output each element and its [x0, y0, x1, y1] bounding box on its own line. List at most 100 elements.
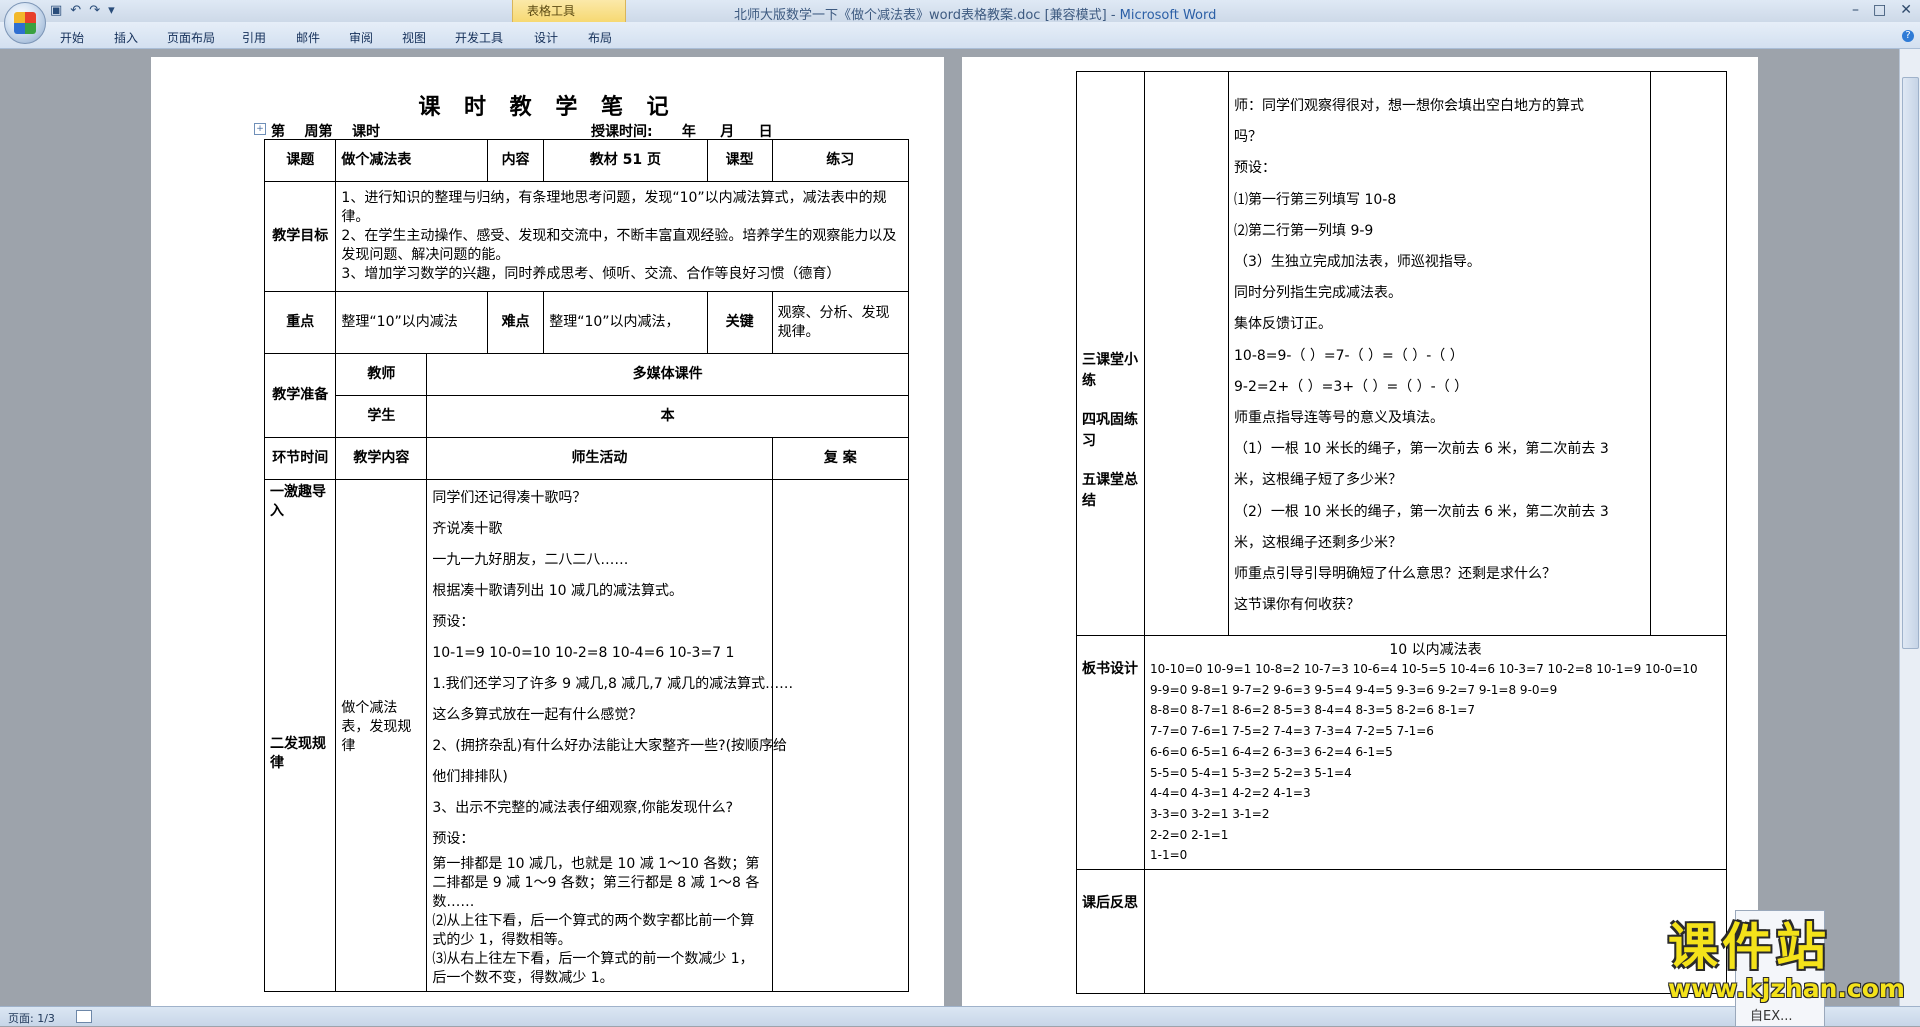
board-line: 9-9=0 9-8=1 9-7=2 9-6=3 9-5=4 9-4=5 9-3=… — [1150, 682, 1558, 697]
review-column[interactable] — [771, 479, 910, 992]
board-line: 10-10=0 10-9=1 10-8=2 10-7=3 10-6=4 10-5… — [1150, 662, 1698, 676]
maximize-button[interactable]: □ — [1873, 2, 1886, 18]
value-difficult[interactable]: 整理“10”以内减法， — [543, 291, 708, 354]
lesson-table-continued: 三课堂小练 四巩固练习 五课堂总结 师：同学们观察得很对，想一想你会填出空白地方… — [1076, 71, 1727, 995]
board-design[interactable]: 10 以内减法表 10-10=0 10-9=1 10-8=2 10-7=3 10… — [1144, 634, 1727, 871]
value-type[interactable]: 练习 — [771, 139, 910, 182]
label-activity: 师生活动 — [426, 437, 773, 480]
save-icon[interactable]: ▣ — [50, 3, 62, 18]
office-logo-icon — [14, 12, 36, 34]
tab-review[interactable]: 审阅 — [349, 29, 373, 46]
activity-line: 10-1=9 10-0=10 10-2=8 10-4=6 10-3=7 1 — [432, 645, 735, 661]
label-crux: 关键 — [706, 291, 773, 354]
label-teacher: 教师 — [335, 353, 428, 396]
content-column[interactable]: 做个减法表，发现规律 — [335, 479, 428, 992]
label-key: 重点 — [263, 291, 337, 354]
stage-3: 三课堂小练 — [1082, 352, 1138, 389]
window-controls: – □ ✕ — [1852, 2, 1912, 18]
scrollbar-thumb[interactable] — [1902, 77, 1919, 649]
tab-view[interactable]: 视图 — [402, 29, 426, 46]
label-type: 课型 — [706, 139, 773, 182]
activity-line: 一九一九好朋友，二八二八…… — [432, 552, 629, 568]
tab-developer[interactable]: 开发工具 — [455, 29, 503, 46]
tab-layout[interactable]: 布局 — [588, 29, 612, 46]
document-area: 课 时 教 学 笔 记 + 第 周第 课时 授课时间: 年 月 日 课题 做个减… — [0, 49, 1900, 1006]
activity-line: 他们排排队) — [432, 769, 508, 785]
page-indicator[interactable]: 页面: 1/3 — [8, 1010, 55, 1026]
redo-icon[interactable]: ↷ — [89, 3, 100, 18]
activity-line: 这么多算式放在一起有什么感觉？ — [432, 707, 643, 723]
label-board: 板书设计 — [1076, 634, 1145, 871]
stage-1: 一激趣导入 — [270, 484, 326, 519]
tab-home[interactable]: 开始 — [60, 29, 84, 46]
tab-page-layout[interactable]: 页面布局 — [167, 29, 215, 46]
content-column-2[interactable] — [1144, 71, 1229, 636]
status-bar: 页面: 1/3 — [0, 1006, 1920, 1026]
label-reflect: 课后反思 — [1076, 869, 1145, 995]
page-title: 课 时 教 学 笔 记 — [418, 94, 677, 120]
activity-line: 米，这根绳子短了多少米？ — [1234, 472, 1402, 489]
activity-line: 10-8=9-（ ）=7-（ ）=（ ）-（ ） — [1234, 347, 1464, 364]
proofing-icon[interactable] — [76, 1010, 92, 1023]
activity-line: 齐说凑十歌 — [432, 521, 503, 537]
activity-line: ⑵从上往下看，后一个算式的两个数字都比前一个算式的少 1，得数相等。 — [432, 913, 755, 948]
activity-line: 同时分列指生完成减法表。 — [1234, 285, 1402, 302]
date-line: 授课时间: 年 月 日 — [591, 124, 773, 140]
stage-4: 四巩固练习 — [1082, 412, 1138, 449]
label-prep: 教学准备 — [263, 353, 337, 438]
value-content[interactable]: 教材 51 页 — [543, 139, 708, 182]
label-difficult: 难点 — [486, 291, 545, 354]
stage-5: 五课堂总结 — [1082, 472, 1138, 509]
activity-line: 预设： — [1234, 160, 1276, 177]
activity-line: （1）一根 10 米长的绳子，第一次前去 6 米，第二次前去 3 — [1234, 441, 1609, 458]
value-goals[interactable]: 1、进行知识的整理与归纳，有条理地思考问题，发现“10”以内减法算式，减法表中的… — [335, 181, 909, 292]
board-title: 10 以内减法表 — [1389, 642, 1482, 658]
activity-line: 师重点引导引导明确短了什么意思？还剩是求什么？ — [1234, 566, 1556, 583]
label-goals: 教学目标 — [263, 181, 337, 292]
table-move-handle-icon[interactable]: + — [254, 123, 266, 135]
activity-line: 师：同学们观察得很对，想一想你会填出空白地方的算式 — [1234, 98, 1584, 114]
activity-line: （3）生独立完成加法表，师巡视指导。 — [1234, 254, 1481, 271]
value-topic[interactable]: 做个减法表 — [335, 139, 488, 182]
value-key[interactable]: 整理“10”以内减法 — [335, 291, 488, 354]
label-topic: 课题 — [263, 139, 337, 182]
week-line: 第 周第 课时 — [271, 124, 380, 140]
title-bar: ▣ ↶ ↷ ▾ 北师大版数学一下《做个减法表》word表格教案.doc [兼容模… — [0, 0, 1920, 23]
label-stage: 环节时间 — [263, 437, 337, 480]
lesson-table: 课题 做个减法表 内容 教材 51 页 课型 练习 教学目标 1、进行知识的整理… — [263, 139, 910, 992]
stage-column[interactable]: 一激趣导入 二发现规律 — [263, 479, 337, 992]
value-teacher[interactable]: 多媒体课件 — [426, 353, 909, 396]
tab-mailings[interactable]: 邮件 — [296, 29, 320, 46]
activity-line: 集体反馈订正。 — [1234, 316, 1332, 333]
activity-line: 同学们还记得凑十歌吗？ — [432, 490, 587, 506]
window-title: 北师大版数学一下《做个减法表》word表格教案.doc [兼容模式] - Mic… — [734, 8, 1217, 23]
label-student: 学生 — [335, 395, 428, 438]
value-student[interactable]: 本 — [426, 395, 909, 438]
board-line: 1-1=0 — [1150, 848, 1188, 863]
tab-design[interactable]: 设计 — [534, 29, 558, 46]
undo-icon[interactable]: ↶ — [70, 3, 81, 18]
review-column-2[interactable] — [1650, 71, 1727, 636]
activity-line: （2）一根 10 米长的绳子，第一次前去 6 米，第二次前去 3 — [1234, 503, 1609, 520]
goal-1: 1、进行知识的整理与归纳，有条理地思考问题，发现“10”以内减法算式，减法表中的… — [341, 190, 887, 225]
tab-insert[interactable]: 插入 — [114, 29, 138, 46]
stage-column-2[interactable]: 三课堂小练 四巩固练习 五课堂总结 — [1076, 71, 1145, 636]
board-line: 7-7=0 7-6=1 7-5=2 7-4=3 7-3=4 7-2=5 7-1=… — [1150, 724, 1434, 739]
reflect-area[interactable] — [1144, 869, 1727, 995]
board-line: 3-3=0 3-2=1 3-1=2 — [1150, 806, 1270, 821]
value-crux[interactable]: 观察、分析、发现规律。 — [771, 291, 910, 354]
vertical-scrollbar[interactable] — [1899, 49, 1920, 1006]
goal-2: 2、在学生主动操作、感受、发现和交流中，不断丰富直观经验。培养学生的观察能力以及… — [341, 228, 897, 263]
activity-column-2[interactable]: 师：同学们观察得很对，想一想你会填出空白地方的算式 吗？ 预设： ⑴第一行第三列… — [1228, 71, 1651, 636]
activity-line: ⑶从右上往左下看，后一个算式的前一个数减少 1，后一个数不变，得数减少 1。 — [432, 951, 754, 986]
help-icon[interactable]: ? — [1902, 30, 1914, 42]
board-line: 5-5=0 5-4=1 5-3=2 5-2=3 5-1=4 — [1150, 765, 1352, 780]
activity-column[interactable]: 同学们还记得凑十歌吗？ 齐说凑十歌 一九一九好朋友，二八二八…… 根据凑十歌请列… — [426, 479, 793, 992]
activity-line: 米，这根绳子还剩多少米？ — [1234, 534, 1402, 551]
customize-qat-icon[interactable]: ▾ — [108, 3, 115, 18]
tab-references[interactable]: 引用 — [242, 29, 266, 46]
minimize-button[interactable]: – — [1852, 2, 1859, 18]
close-button[interactable]: ✕ — [1900, 2, 1912, 18]
office-button[interactable] — [4, 2, 46, 44]
goal-3: 3、增加学习数学的兴趣，同时养成思考、倾听、交流、合作等良好习惯（德育） — [341, 266, 841, 282]
